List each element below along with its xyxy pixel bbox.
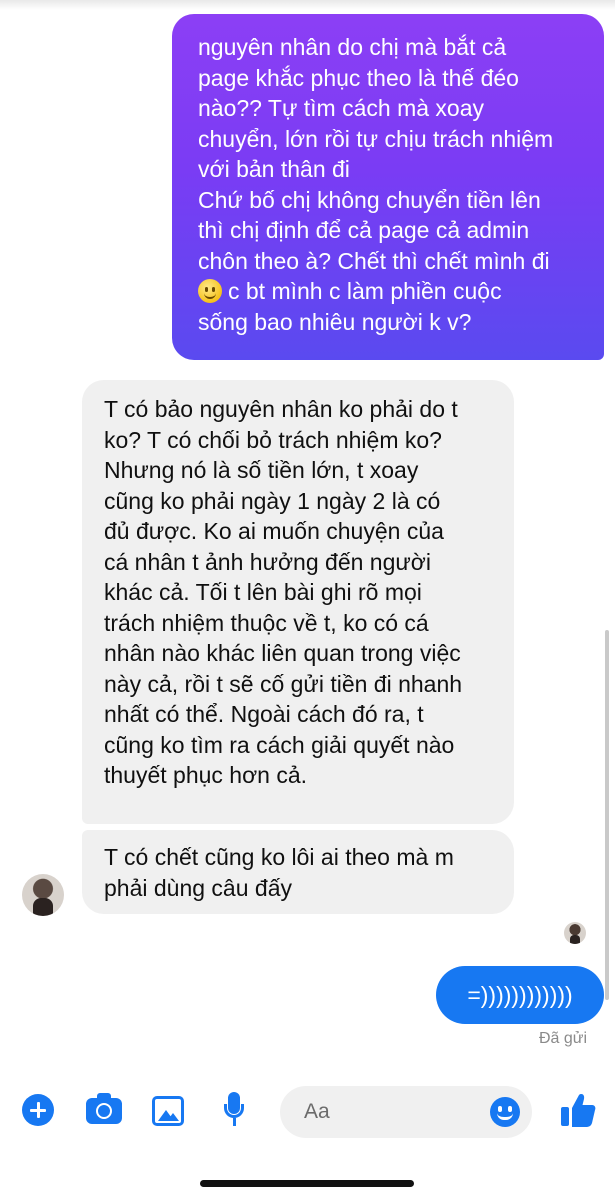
- message-input[interactable]: Aa: [280, 1086, 532, 1138]
- incoming-message-bubble[interactable]: T có chết cũng ko lôi ai theo mà m phải …: [82, 830, 514, 914]
- message-line: thuyết phục hơn cả.: [104, 762, 308, 788]
- message-line: nào?? Tự tìm cách mà xoay: [198, 95, 484, 121]
- scrollbar[interactable]: [605, 630, 609, 1000]
- top-edge-shadow: [0, 0, 615, 10]
- message-line: với bản thân đi: [198, 156, 350, 182]
- outgoing-message-bubble[interactable]: nguyên nhân do chị mà bắt cả page khắc p…: [172, 14, 604, 360]
- message-line: ko? T có chối bỏ trách nhiệm ko?: [104, 426, 442, 453]
- message-line: chôn theo à? Chết thì chết mình đi: [198, 247, 550, 274]
- message-line: page khắc phục theo là thế đéo: [198, 64, 519, 91]
- camera-icon[interactable]: [86, 1093, 122, 1124]
- message-line: trách nhiệm thuộc về t, ko có cá: [104, 609, 429, 636]
- message-input-placeholder: Aa: [304, 1100, 330, 1123]
- message-line: nhất có thể. Ngoài cách đó ra, t: [104, 701, 424, 727]
- message-line: cũng ko tìm ra cách giải quyết nào: [104, 731, 455, 758]
- incoming-message-bubble[interactable]: T có bảo nguyên nhân ko phải do t ko? T …: [82, 380, 514, 824]
- slightly-smiling-face-icon: [198, 279, 222, 303]
- message-line: Nhưng nó là số tiền lớn, t xoay: [104, 457, 419, 483]
- photo-icon[interactable]: [152, 1096, 184, 1126]
- message-line: cá nhân t ảnh hưởng đến người: [104, 548, 431, 575]
- message-line: cũng ko phải ngày 1 ngày 2 là có: [104, 487, 441, 514]
- composer-bar: Aa: [0, 1080, 615, 1142]
- home-indicator: [200, 1180, 414, 1187]
- message-line: đủ được. Ko ai muốn chuyện của: [104, 518, 444, 544]
- plus-icon[interactable]: [22, 1094, 54, 1126]
- message-line: này cả, rồi t sẽ cố gửi tiền đi nhanh: [104, 670, 463, 697]
- microphone-icon[interactable]: [222, 1092, 246, 1130]
- message-line: nguyên nhân do chị mà bắt cả: [198, 34, 507, 60]
- message-line: T có bảo nguyên nhân ko phải do t: [104, 396, 458, 422]
- message-line: nhân nào khác liên quan trong việc: [104, 640, 461, 666]
- message-line: Chứ bố chị không chuyển tiền lên: [198, 186, 541, 213]
- sent-status: Đã gửi: [538, 1030, 587, 1047]
- thumbs-up-icon[interactable]: [558, 1090, 598, 1130]
- message-line: khác cả. Tối t lên bài ghi rõ mọi: [104, 579, 422, 605]
- message-line: sống bao nhiêu người k v?: [198, 308, 472, 335]
- message-line-with-emoji: c bt mình c làm phiền cuộc: [198, 276, 582, 307]
- contact-avatar[interactable]: [22, 874, 64, 916]
- message-line: thì chị định để cả page cả admin: [198, 217, 530, 243]
- emoji-icon[interactable]: [490, 1097, 520, 1127]
- message-line-text: c bt mình c làm phiền cuộc: [228, 278, 502, 304]
- seen-receipt-avatar: [564, 922, 586, 944]
- message-line: T có chết cũng ko lôi ai theo mà m: [104, 844, 454, 870]
- message-line: chuyển, lớn rồi tự chịu trách nhiệm: [198, 125, 554, 152]
- message-line: phải dùng câu đấy: [104, 874, 292, 901]
- outgoing-message-bubble[interactable]: =)))))))))))): [436, 966, 604, 1024]
